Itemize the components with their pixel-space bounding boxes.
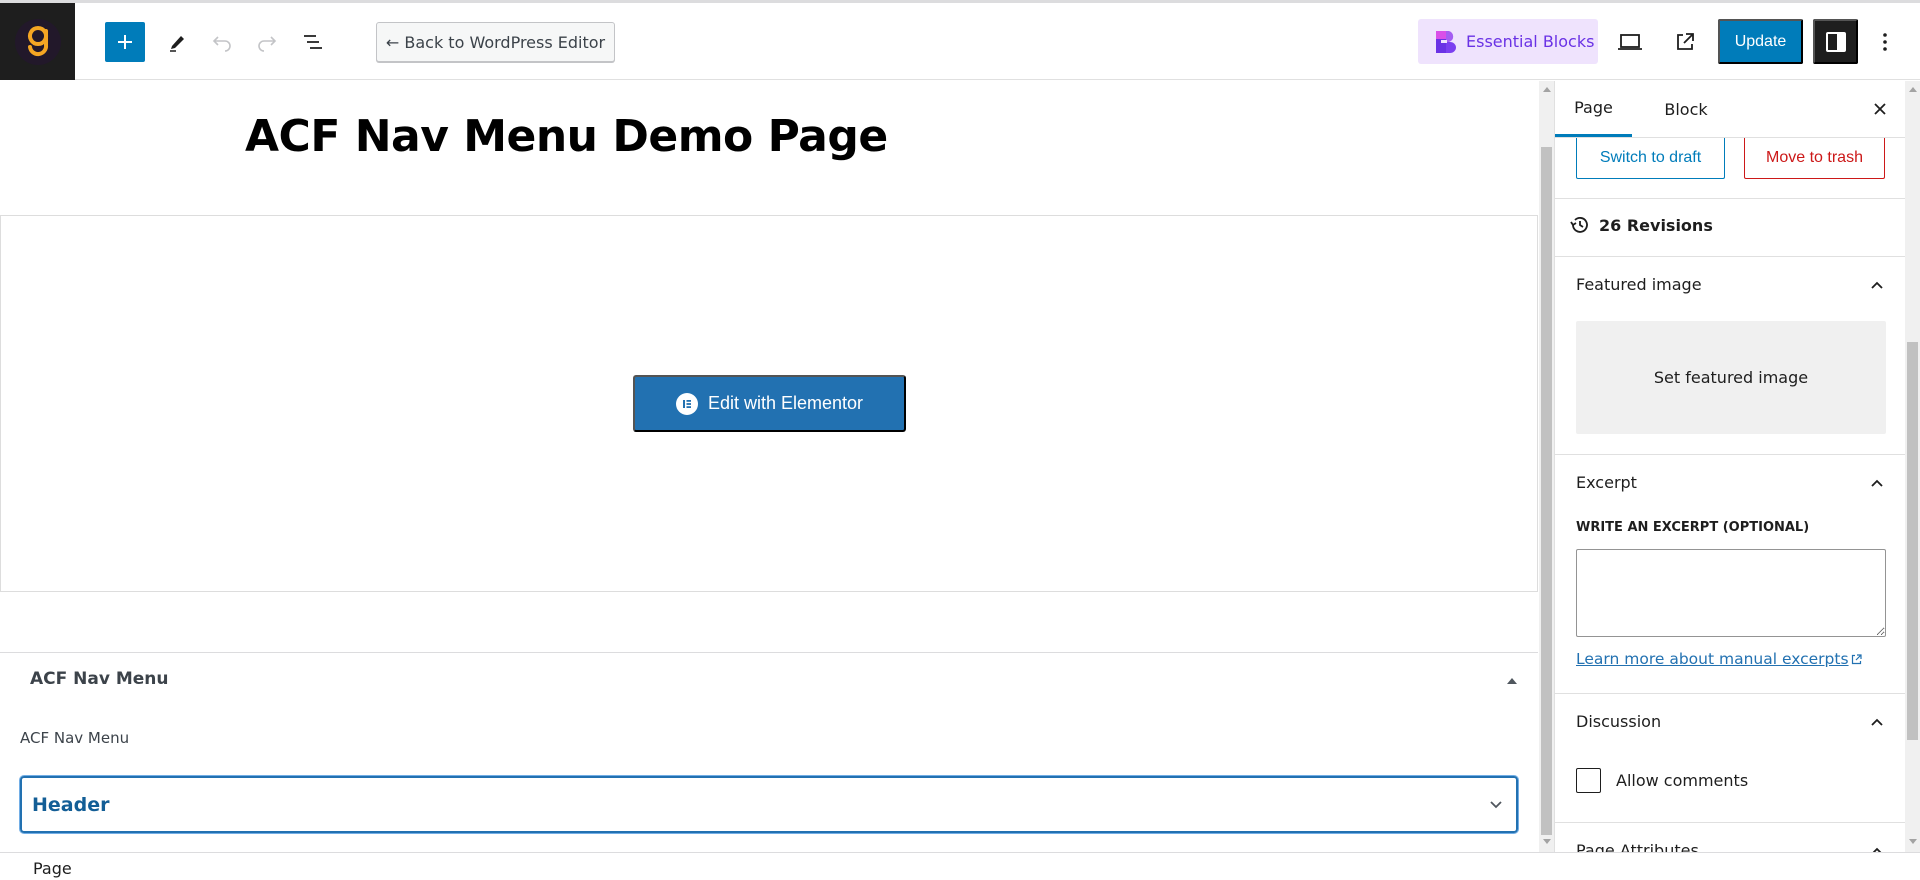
excerpt-textarea[interactable] [1576,549,1886,637]
essential-blocks-label: Essential Blocks [1466,32,1595,51]
editor-canvas: ACF Nav Menu Demo Page Edit with Element… [0,81,1539,852]
undo-icon [212,36,231,52]
back-to-wordpress-editor-button[interactable]: ← Back to WordPress Editor [376,22,615,62]
site-logo-button[interactable] [0,3,75,80]
pencil-icon [170,36,184,52]
divider [1555,256,1905,257]
allow-comments-label: Allow comments [1616,771,1749,790]
scroll-up-arrow[interactable] [1543,87,1551,92]
page-title[interactable]: ACF Nav Menu Demo Page [245,111,888,162]
preview-button[interactable] [1610,22,1650,62]
tab-page[interactable]: Page [1555,81,1632,137]
metabox-collapse-toggle[interactable] [1500,671,1524,691]
redo-button[interactable] [247,22,287,62]
essential-blocks-icon [1436,30,1456,53]
list-view-button[interactable] [293,22,333,62]
divider [1555,198,1905,199]
metabox-divider [0,652,1538,653]
chevron-up-icon [1871,479,1883,487]
add-block-button[interactable] [105,22,145,62]
allow-comments-option[interactable]: Allow comments [1576,768,1748,793]
sidebar-scrollbar-thumb[interactable] [1907,342,1918,740]
editor-footer: Page [0,852,1920,880]
divider [1555,454,1905,455]
edit-with-elementor-button[interactable]: Edit with Elementor [633,375,906,432]
divider [1555,822,1905,823]
excerpt-panel-toggle[interactable] [1865,471,1889,495]
chevron-up-icon [1871,718,1883,726]
set-featured-image-button[interactable]: Set featured image [1576,321,1886,434]
laptop-icon [1618,34,1642,50]
close-icon [1874,103,1886,115]
acf-nav-menu-field-label: ACF Nav Menu [20,729,130,747]
edit-with-elementor-label: Edit with Elementor [707,393,864,413]
close-sidebar-button[interactable] [1860,89,1900,129]
options-menu-button[interactable] [1865,22,1905,62]
view-page-button[interactable] [1665,22,1705,62]
discussion-panel-title[interactable]: Discussion [1576,712,1661,731]
featured-image-panel-toggle[interactable] [1865,273,1889,297]
learn-more-excerpts-label: Learn more about manual excerpts [1576,650,1849,668]
metabox-title[interactable]: ACF Nav Menu [30,669,169,689]
acf-nav-menu-select[interactable]: Header [20,776,1518,833]
footer-breadcrumb[interactable]: Page [33,859,72,878]
tab-block[interactable]: Block [1651,81,1721,137]
caret-up-icon [1507,678,1517,684]
plus-icon [118,35,132,49]
sidebar-scrollbar[interactable] [1905,81,1920,852]
editor-scrollbar-thumb[interactable] [1541,147,1552,835]
external-link-icon [1677,33,1694,50]
revisions-label: 26 Revisions [1599,215,1713,235]
settings-sidebar: Page Block Switch to draft Move to trash… [1554,81,1905,852]
scroll-up-arrow[interactable] [1909,87,1917,92]
featured-image-panel-title[interactable]: Featured image [1576,275,1702,294]
learn-more-excerpts-link[interactable]: Learn more about manual excerpts [1576,650,1862,668]
settings-sidebar-toggle[interactable] [1813,19,1858,64]
discussion-panel-toggle[interactable] [1865,710,1889,734]
elementor-icon [675,392,698,415]
revisions-icon [1570,217,1588,233]
switch-to-draft-button[interactable]: Switch to draft [1576,138,1725,179]
chevron-up-icon [1871,281,1883,289]
chevron-down-icon [1490,801,1502,809]
external-link-icon [1851,653,1862,664]
tools-button[interactable] [157,22,197,62]
editor-scrollbar[interactable] [1539,81,1554,852]
update-button[interactable]: Update [1718,19,1803,64]
scroll-down-arrow[interactable] [1909,839,1917,844]
page-attributes-panel-title[interactable]: Page Attributes [1576,841,1699,852]
scroll-down-arrow[interactable] [1543,839,1551,844]
divider [1555,693,1905,694]
allow-comments-checkbox[interactable] [1576,768,1601,793]
undo-button[interactable] [202,22,242,62]
redo-icon [258,36,277,52]
page-attributes-panel-toggle[interactable] [1865,839,1889,852]
kebab-icon [1883,33,1887,51]
revisions-link[interactable]: 26 Revisions [1569,214,1713,236]
sidebar-toggle-icon [1825,31,1846,52]
menu-select-value: Header [32,793,110,816]
essential-blocks-button[interactable]: Essential Blocks [1418,19,1598,64]
excerpt-label: WRITE AN EXCERPT (OPTIONAL) [1576,520,1810,535]
logo-icon [14,18,61,65]
move-to-trash-button[interactable]: Move to trash [1744,138,1885,179]
excerpt-panel-title[interactable]: Excerpt [1576,473,1637,492]
list-view-icon [304,35,322,49]
